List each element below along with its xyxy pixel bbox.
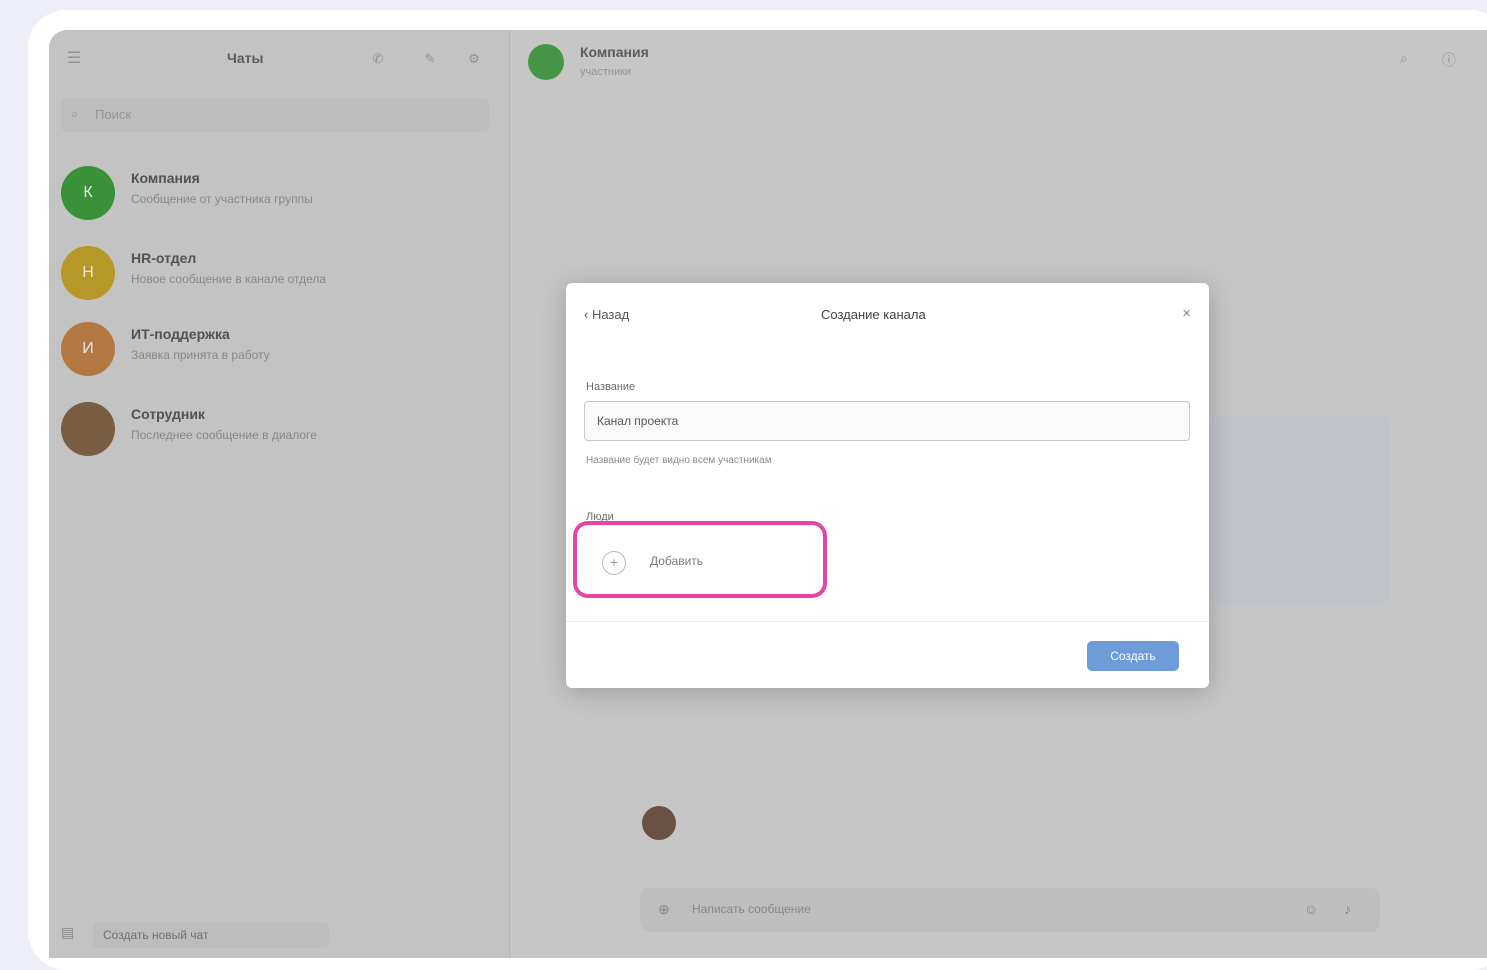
back-label: Назад	[591, 307, 630, 322]
name-field-label: Название	[586, 381, 636, 393]
highlight-frame	[573, 521, 827, 598]
dialog-title: Создание канала	[821, 307, 926, 322]
close-icon[interactable]: ×	[1182, 305, 1191, 322]
back-button[interactable]: ‹ Назад	[584, 307, 629, 322]
dialog-divider	[566, 621, 1209, 622]
create-button[interactable]: Создать	[1087, 641, 1179, 671]
name-field-hint: Название будет видно всем участникам	[586, 455, 772, 466]
create-channel-dialog: ‹ Назад Создание канала × Название Канал…	[566, 283, 1209, 688]
name-input[interactable]: Канал проекта	[584, 401, 1190, 441]
